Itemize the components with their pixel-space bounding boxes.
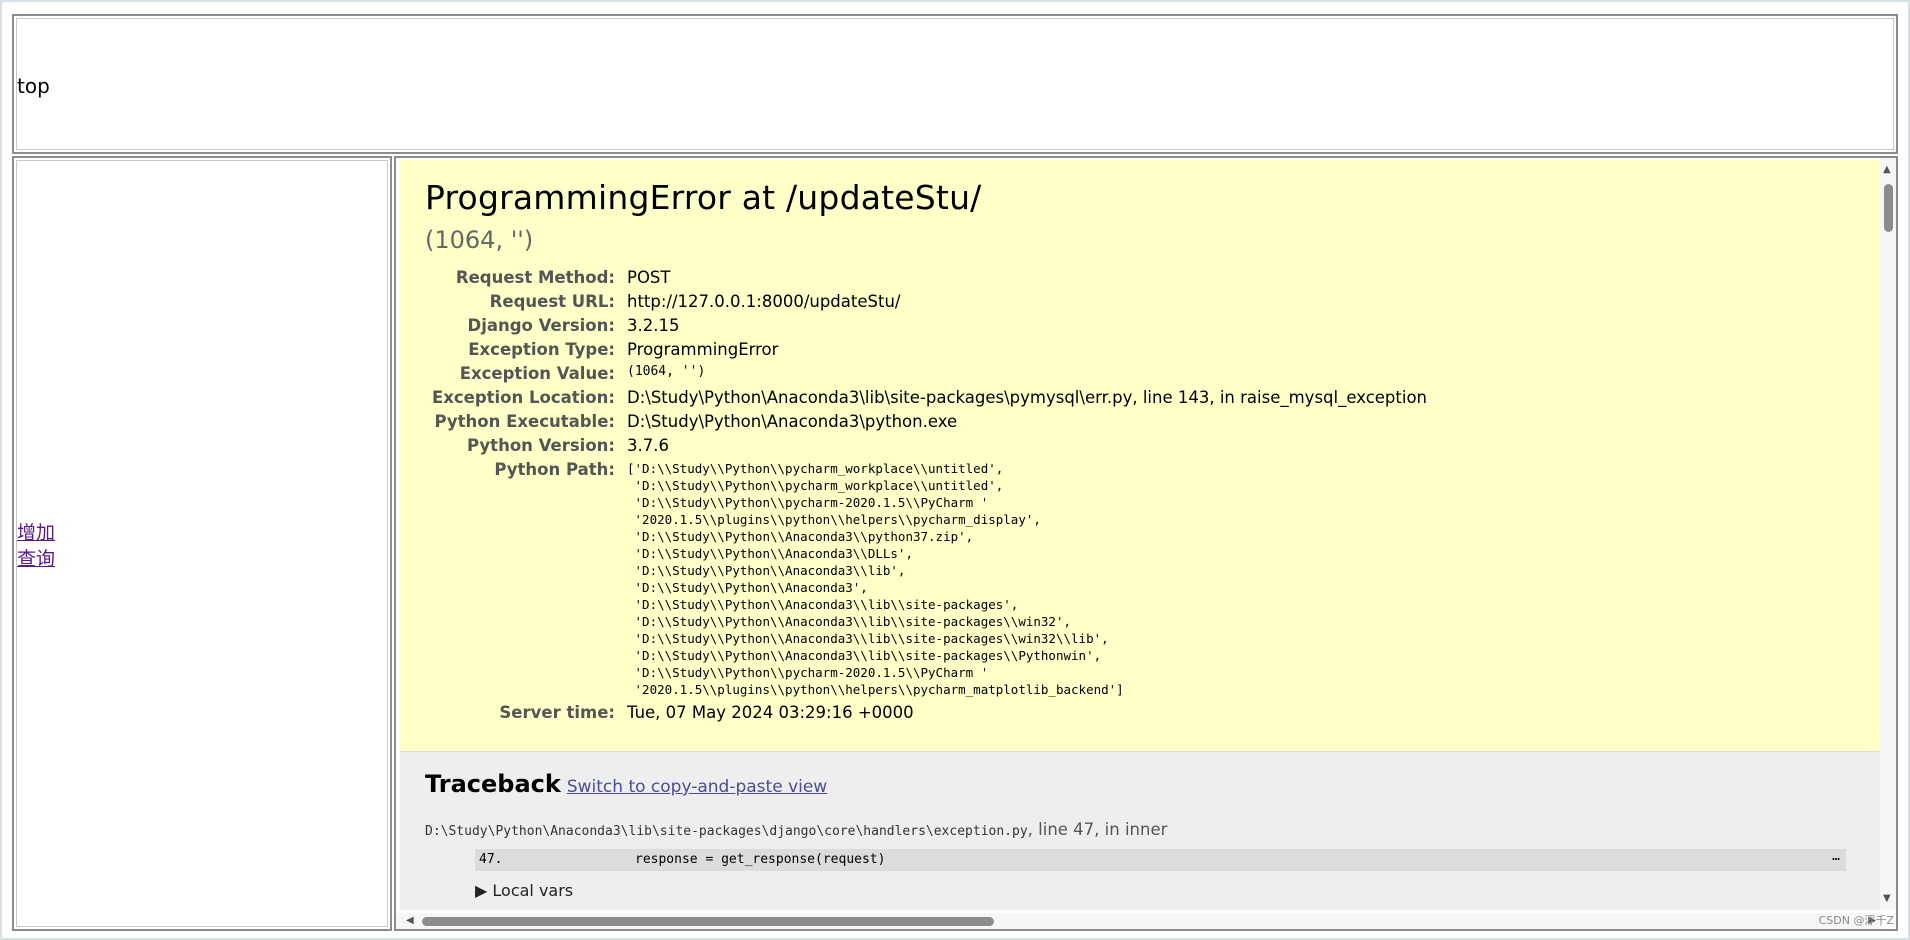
- error-page: ProgrammingError at /updateStu/ (1064, '…: [400, 160, 1882, 910]
- meta-label: Python Executable:: [434, 412, 615, 431]
- meta-row: Python Executable: D:\Study\Python\Anacon…: [425, 410, 1427, 434]
- meta-label: Server time:: [499, 703, 615, 722]
- meta-row: Server time: Tue, 07 May 2024 03:29:16 +0…: [425, 701, 1427, 725]
- python-path-value: ['D:\\Study\\Python\\pycharm_workplace\\…: [627, 458, 1427, 701]
- meta-label: Python Path:: [494, 460, 615, 479]
- traceback-heading: Traceback Switch to copy-and-paste view: [425, 770, 827, 798]
- top-frame-text: top: [17, 74, 50, 98]
- meta-label: Exception Value:: [459, 364, 615, 383]
- error-summary: ProgrammingError at /updateStu/ (1064, '…: [400, 160, 1882, 752]
- top-frame: top: [12, 14, 1898, 154]
- traceback-context-line[interactable]: 47. response = get_response(request) …: [475, 849, 1846, 871]
- traceback-title: Traceback: [425, 770, 561, 798]
- meta-value: Tue, 07 May 2024 03:29:16 +0000: [627, 703, 914, 722]
- query-link[interactable]: 查询: [17, 546, 55, 572]
- meta-row: Request URL: http://127.0.0.1:8000/update…: [425, 290, 1427, 314]
- browser-page: top 增加 查询 ProgrammingError at /updateStu…: [2, 2, 1908, 938]
- python-path-list: ['D:\\Study\\Python\\pycharm_workplace\\…: [627, 461, 1124, 697]
- meta-row: Exception Value: (1064, ''): [425, 362, 1427, 386]
- traceback-section: Traceback Switch to copy-and-paste view D…: [400, 752, 1882, 910]
- meta-row: Exception Type: ProgrammingError: [425, 338, 1427, 362]
- left-frame: 增加 查询: [12, 156, 392, 931]
- scroll-up-icon[interactable]: ▲: [1883, 164, 1891, 175]
- meta-label: Request Method:: [455, 268, 615, 287]
- switch-view-link[interactable]: Switch to copy-and-paste view: [567, 777, 827, 797]
- meta-label: Django Version:: [467, 316, 615, 335]
- meta-label: Request URL:: [489, 292, 615, 311]
- scroll-left-icon[interactable]: ◀: [406, 915, 414, 926]
- frame-filename: D:\Study\Python\Anaconda3\lib\site-packa…: [425, 824, 1028, 839]
- vertical-scroll-thumb[interactable]: [1884, 184, 1893, 232]
- meta-row: Python Path: ['D:\\Study\\Python\\pychar…: [425, 458, 1427, 701]
- meta-value: (1064, ''): [627, 364, 706, 379]
- watermark-text: CSDN @浮千Z: [1818, 914, 1894, 927]
- horizontal-scrollbar[interactable]: ◀ ▶: [396, 913, 1882, 929]
- traceback-frame-file: D:\Study\Python\Anaconda3\lib\site-packa…: [425, 820, 1882, 839]
- main-frame: ProgrammingError at /updateStu/ (1064, '…: [394, 156, 1898, 931]
- error-title: ProgrammingError at /updateStu/: [425, 178, 982, 217]
- meta-value: POST: [627, 268, 671, 287]
- meta-value: D:\Study\Python\Anaconda3\lib\site-packa…: [627, 388, 1427, 407]
- error-subtitle: (1064, ''): [425, 226, 534, 254]
- meta-label: Python Version:: [467, 436, 615, 455]
- local-vars-toggle[interactable]: ▶ Local vars: [475, 881, 1882, 900]
- meta-row: Exception Location: D:\Study\Python\Anaco…: [425, 386, 1427, 410]
- meta-value: ProgrammingError: [627, 340, 779, 359]
- add-link[interactable]: 增加: [17, 520, 55, 546]
- frame-location: , line 47, in inner: [1027, 820, 1168, 839]
- meta-value: 3.2.15: [627, 316, 680, 335]
- nav-links: 增加 查询: [17, 520, 55, 572]
- meta-row: Request Method: POST: [425, 266, 1427, 290]
- horizontal-scroll-thumb[interactable]: [422, 917, 994, 926]
- meta-value: http://127.0.0.1:8000/updateStu/: [627, 292, 901, 311]
- request-meta-table: Request Method: POST Request URL: http://1…: [425, 266, 1427, 725]
- expand-context-icon[interactable]: …: [1832, 846, 1840, 868]
- meta-value: D:\Study\Python\Anaconda3\python.exe: [627, 412, 958, 431]
- meta-row: Python Version: 3.7.6: [425, 434, 1427, 458]
- meta-label: Exception Location:: [431, 388, 615, 407]
- meta-row: Django Version: 3.2.15: [425, 314, 1427, 338]
- vertical-scrollbar[interactable]: ▲ ▼: [1880, 158, 1896, 910]
- scroll-down-icon[interactable]: ▼: [1883, 893, 1891, 904]
- code-line: response = get_response(request): [635, 852, 886, 867]
- meta-value: 3.7.6: [627, 436, 669, 455]
- line-number: 47.: [479, 852, 503, 867]
- meta-label: Exception Type:: [468, 340, 615, 359]
